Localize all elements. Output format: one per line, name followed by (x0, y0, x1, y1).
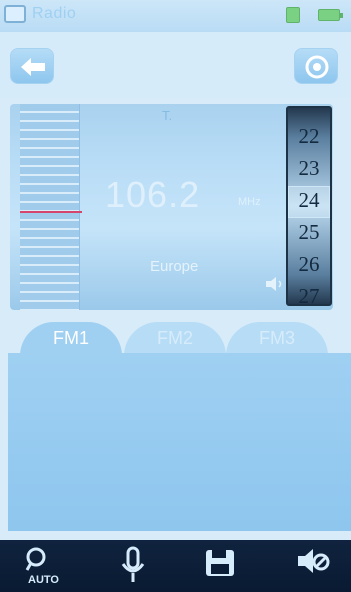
status-bar: Radio (0, 0, 351, 32)
tuning-needle (20, 211, 82, 213)
app-icon (4, 5, 26, 23)
channel-number[interactable]: 26 (288, 252, 330, 277)
region-label: Europe (150, 258, 199, 275)
antenna-icon: T. (162, 108, 173, 123)
sim-icon (286, 7, 300, 23)
preset-list[interactable] (8, 353, 351, 531)
channel-number[interactable]: 23 (288, 156, 330, 181)
tab-fm1[interactable]: FM1 (20, 322, 122, 356)
microphone-icon[interactable] (118, 546, 148, 586)
band-tabs: FM1 FM2 FM3 (0, 318, 351, 356)
settings-button[interactable] (294, 48, 338, 84)
frequency-display: 106.2 (105, 174, 201, 215)
tab-fm2[interactable]: FM2 (124, 322, 226, 356)
channel-number[interactable]: 22 (288, 124, 330, 149)
channel-number[interactable]: 25 (288, 220, 330, 245)
target-icon (305, 55, 329, 79)
toolbar (0, 32, 351, 98)
back-button[interactable] (10, 48, 54, 84)
app-title: Radio (32, 5, 77, 22)
auto-label: AUTO (28, 574, 59, 586)
frequency-scale[interactable] (20, 104, 80, 310)
search-icon[interactable] (22, 546, 52, 576)
save-icon[interactable] (204, 546, 236, 580)
battery-icon (318, 9, 343, 21)
channel-number[interactable]: 27 (288, 284, 330, 304)
channel-wheel[interactable]: 22 23 24 25 26 27 (286, 106, 332, 306)
tuner-panel: T. 106.2 MHz Europe 22 23 24 25 26 27 (10, 104, 333, 310)
frequency-unit: MHz (238, 196, 261, 208)
left-arrow-icon (21, 58, 45, 76)
tab-fm3[interactable]: FM3 (226, 322, 328, 356)
mute-icon[interactable] (296, 546, 332, 576)
speaker-icon (266, 277, 282, 291)
channel-number-selected[interactable]: 24 (288, 188, 330, 213)
